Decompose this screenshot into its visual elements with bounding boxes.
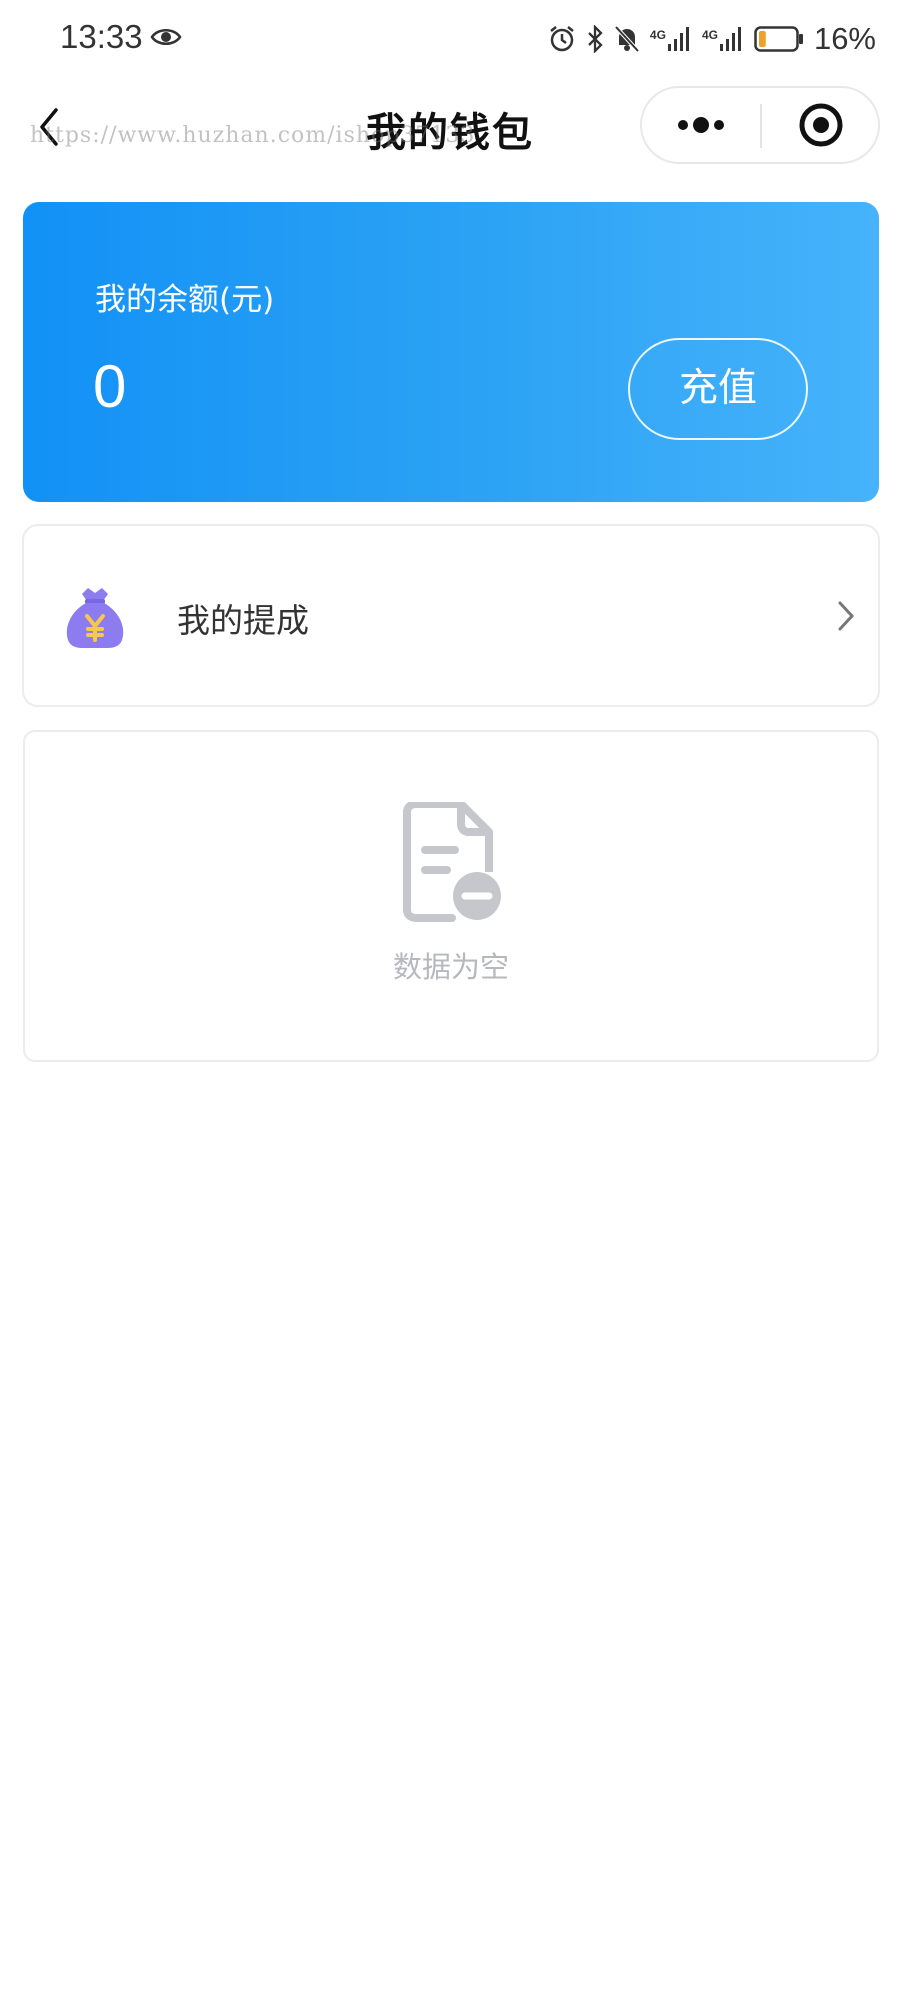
chevron-right-icon [834, 598, 858, 638]
balance-amount: 0 [93, 353, 127, 420]
network-type-label: 4G [649, 28, 666, 42]
battery-icon [754, 26, 804, 52]
mute-icon [614, 25, 640, 53]
battery-fill [758, 31, 766, 47]
close-button[interactable] [762, 88, 880, 162]
status-time: 13:33 [60, 18, 143, 55]
battery-percent: 16% [813, 21, 876, 56]
empty-state-panel: 数据为空 [23, 730, 879, 1062]
bluetooth-icon [586, 25, 604, 53]
empty-document-icon [397, 800, 507, 926]
target-circle-icon [799, 103, 843, 147]
eye-icon [150, 26, 182, 52]
network-type-label: 4G [701, 28, 718, 42]
commission-label: 我的提成 [177, 601, 309, 640]
signal-icon: 4G [650, 26, 692, 52]
watermark: https://www.huzhan.com/ishop37133 [30, 123, 476, 148]
wallet-page: 13:33 4G 4G 16% 我的钱包 https://www.huzhan.… [0, 0, 900, 2000]
empty-state-text: 数据为空 [392, 950, 509, 984]
commission-row[interactable]: 我的提成 [22, 524, 880, 707]
balance-label: 我的余额(元) [95, 282, 275, 318]
money-bag-icon [62, 584, 128, 650]
more-dots-icon [678, 117, 724, 133]
more-button[interactable] [642, 88, 760, 162]
alarm-icon [548, 25, 576, 53]
status-bar: 13:33 4G 4G 16% [0, 0, 900, 78]
signal-icon: 4G [702, 26, 744, 52]
status-icons: 4G 4G 16% [538, 18, 876, 60]
nav-bar: 我的钱包 https://www.huzhan.com/ishop37133 [0, 78, 900, 174]
mini-program-capsule [640, 86, 880, 164]
recharge-button[interactable]: 充值 [628, 338, 808, 440]
balance-card: 我的余额(元) 0 充值 [23, 202, 879, 502]
